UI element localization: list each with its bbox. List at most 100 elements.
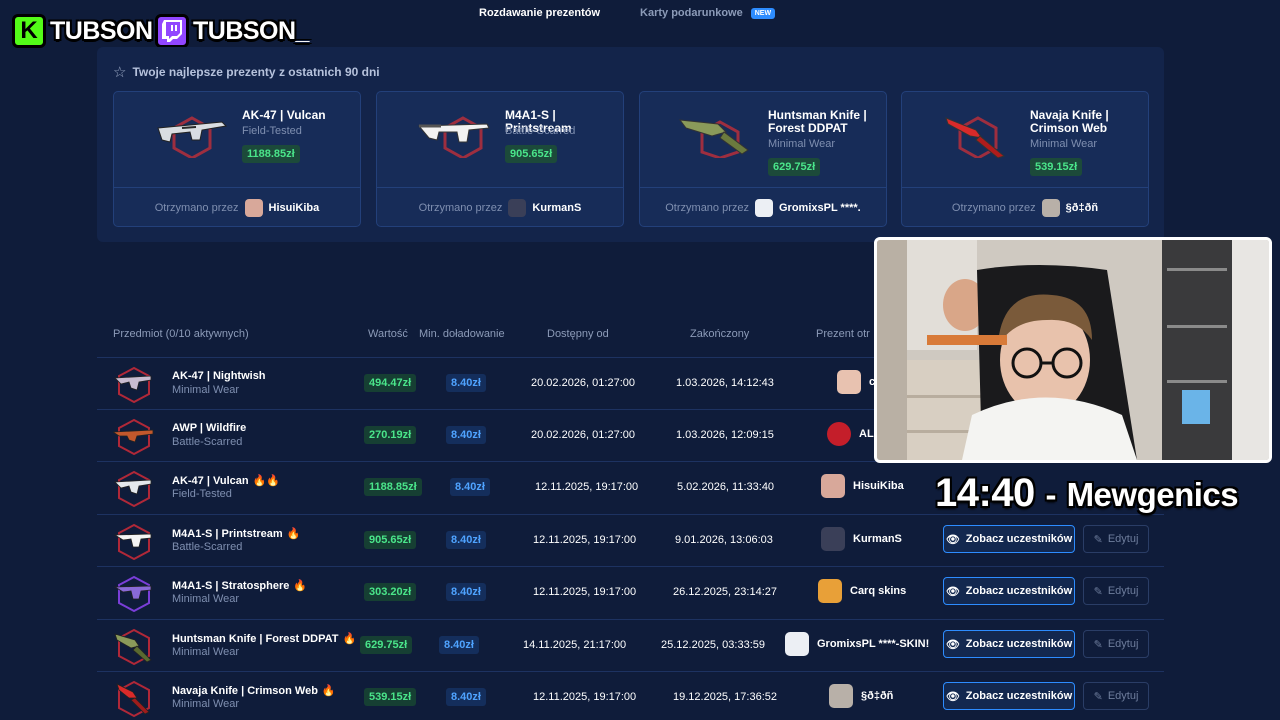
item-value: 1188.85zł	[364, 478, 422, 496]
avatar	[821, 527, 845, 551]
header-available-from[interactable]: Dostępny od	[547, 328, 609, 340]
avatar	[508, 198, 527, 217]
item-min-deposit: 8.40zł	[446, 426, 486, 444]
avatar	[755, 198, 773, 217]
item-winner[interactable]: GromixsPL ****-SKIN!	[785, 632, 929, 656]
gift-item-name: Navaja Knife | Crimson Web	[1030, 108, 1109, 135]
received-label: Otrzymano przez	[154, 201, 239, 214]
view-participants-button[interactable]: 👁 Zobacz uczestników	[943, 682, 1075, 710]
header-value[interactable]: Wartość	[368, 328, 408, 340]
view-participants-button[interactable]: 👁 Zobacz uczestników	[943, 630, 1075, 658]
top-tabs: Rozdawanie prezentów Karty podarunkowe N…	[479, 7, 776, 19]
header-min-deposit[interactable]: Min. doładowanie	[419, 328, 505, 340]
eye-icon: 👁	[945, 533, 960, 546]
item-name: Huntsman Knife | Forest DDPAT	[172, 633, 339, 645]
awp-wildfire-image-icon	[113, 418, 154, 456]
edit-label: Edytuj	[1107, 585, 1139, 597]
item-value: 494.47zł	[364, 374, 417, 392]
stream-schedule-overlay: 14:40 - Mewgenics	[935, 471, 1239, 516]
table-row[interactable]: Navaja Knife | Crimson Web 🔥 Minimal Wear…	[97, 671, 1164, 720]
ak47-nightwish-image-icon	[114, 366, 152, 404]
header-item[interactable]: Przedmiot (0/10 aktywnych)	[113, 328, 249, 340]
item-winner[interactable]: AL	[827, 422, 874, 446]
item-ended: 9.01.2026, 13:06:03	[675, 534, 773, 546]
gift-card[interactable]: AK-47 | Vulcan Field-Tested 1188.85zł Ot…	[113, 91, 361, 227]
winner-name: Carq skins	[850, 585, 907, 597]
m4a1s-printstream-image-icon	[417, 116, 490, 158]
avatar	[837, 370, 861, 394]
edit-button[interactable]: ✎ Edytuj	[1083, 525, 1149, 553]
item-name: AK-47 | Nightwish	[172, 370, 266, 382]
eye-icon: 👁	[945, 690, 960, 703]
recipient-name[interactable]: GromixsPL ****.	[779, 202, 861, 214]
item-condition: Minimal Wear	[172, 384, 240, 396]
eye-icon: 👁	[945, 638, 960, 651]
item-name: Navaja Knife | Crimson Web	[172, 685, 318, 697]
view-participants-button[interactable]: 👁 Zobacz uczestników	[943, 525, 1075, 553]
schedule-separator: -	[1045, 476, 1056, 513]
item-value: 905.65zł	[364, 531, 417, 549]
item-winner[interactable]: Carq skins	[818, 579, 906, 603]
best-gifts-panel: ☆ Twoje najlepsze prezenty z ostatnich 9…	[97, 47, 1164, 242]
webcam-feed-image	[877, 240, 1269, 460]
gift-card[interactable]: Huntsman Knife | Forest DDPAT Minimal We…	[639, 91, 887, 227]
gift-card[interactable]: M4A1-S | Printstream Battle-Scarred 905.…	[376, 91, 624, 227]
gift-item-name: AK-47 | Vulcan	[242, 108, 326, 122]
avatar	[244, 198, 263, 217]
table-row[interactable]: Huntsman Knife | Forest DDPAT 🔥 Minimal W…	[97, 619, 1164, 671]
flame-icon: 🔥	[342, 633, 357, 645]
flame-icon: 🔥🔥	[252, 475, 281, 487]
recipient-name[interactable]: HisuiKiba	[269, 202, 320, 214]
item-value: 303.20zł	[364, 583, 417, 601]
header-gift-recipient[interactable]: Prezent otr	[816, 328, 870, 340]
tab-gift-cards[interactable]: Karty podarunkowe NEW	[640, 7, 776, 19]
kick-badge: K TUBSON	[12, 13, 153, 49]
item-winner[interactable]: c	[837, 370, 875, 394]
item-winner[interactable]: KurmanS	[821, 527, 902, 551]
item-winner[interactable]: §ð‡ðñ	[829, 684, 893, 708]
view-participants-button[interactable]: 👁 Zobacz uczestników	[943, 577, 1075, 605]
schedule-time: 14:40	[935, 471, 1035, 515]
ak47-vulcan-image-icon	[114, 470, 152, 508]
item-winner[interactable]: HisuiKiba	[821, 474, 904, 498]
item-condition: Minimal Wear	[172, 593, 240, 605]
received-label: Otrzymano przez	[418, 201, 503, 214]
item-name-with-flames: M4A1-S | Stratosphere 🔥	[172, 579, 307, 592]
item-value: 629.75zł	[360, 636, 413, 654]
item-min-deposit: 8.40zł	[446, 374, 486, 392]
recipient-name[interactable]: §ð‡ðñ	[1066, 202, 1098, 214]
item-min-deposit: 8.40zł	[446, 531, 486, 549]
item-ended: 19.12.2025, 17:36:52	[673, 691, 777, 703]
item-available-from: 20.02.2026, 01:27:00	[531, 377, 635, 389]
table-row[interactable]: M4A1-S | Printstream 🔥 Battle-Scarred 905…	[97, 514, 1164, 566]
item-available-from: 12.11.2025, 19:17:00	[533, 586, 637, 598]
item-name: M4A1-S | Printstream	[172, 528, 283, 540]
item-condition: Minimal Wear	[172, 698, 240, 710]
new-badge: NEW	[750, 7, 776, 19]
winner-name: §ð‡ðñ	[861, 690, 894, 702]
flame-icon: 🔥	[321, 685, 336, 697]
recipient-name[interactable]: KurmanS	[532, 202, 581, 214]
flame-icon: 🔥	[286, 528, 301, 540]
winner-name: GromixsPL ****-SKIN!	[817, 638, 930, 650]
table-row[interactable]: M4A1-S | Stratosphere 🔥 Minimal Wear 303.…	[97, 566, 1164, 618]
winner-name: HisuiKiba	[853, 480, 904, 492]
edit-button[interactable]: ✎ Edytuj	[1083, 630, 1149, 658]
tab-gift-cards-label: Karty podarunkowe	[640, 7, 743, 19]
edit-icon: ✎	[1093, 638, 1103, 651]
edit-button[interactable]: ✎ Edytuj	[1083, 577, 1149, 605]
edit-icon: ✎	[1093, 690, 1103, 703]
gift-card[interactable]: Navaja Knife | Crimson Web Minimal Wear …	[901, 91, 1149, 227]
item-condition: Minimal Wear	[172, 646, 240, 658]
avatar	[827, 422, 851, 446]
gift-item-price: 539.15zł	[1030, 158, 1083, 176]
gift-item-price: 1188.85zł	[242, 145, 300, 163]
edit-button[interactable]: ✎ Edytuj	[1083, 682, 1149, 710]
tab-giveaways[interactable]: Rozdawanie prezentów	[479, 7, 600, 19]
item-ended: 25.12.2025, 03:33:59	[661, 639, 765, 651]
huntsman-knife-image-icon	[114, 628, 152, 666]
item-name: AWP | Wildfire	[172, 422, 247, 434]
gift-item-condition: Battle-Scarred	[505, 125, 576, 137]
header-ended[interactable]: Zakończony	[690, 328, 749, 340]
item-condition: Battle-Scarred	[172, 541, 243, 553]
